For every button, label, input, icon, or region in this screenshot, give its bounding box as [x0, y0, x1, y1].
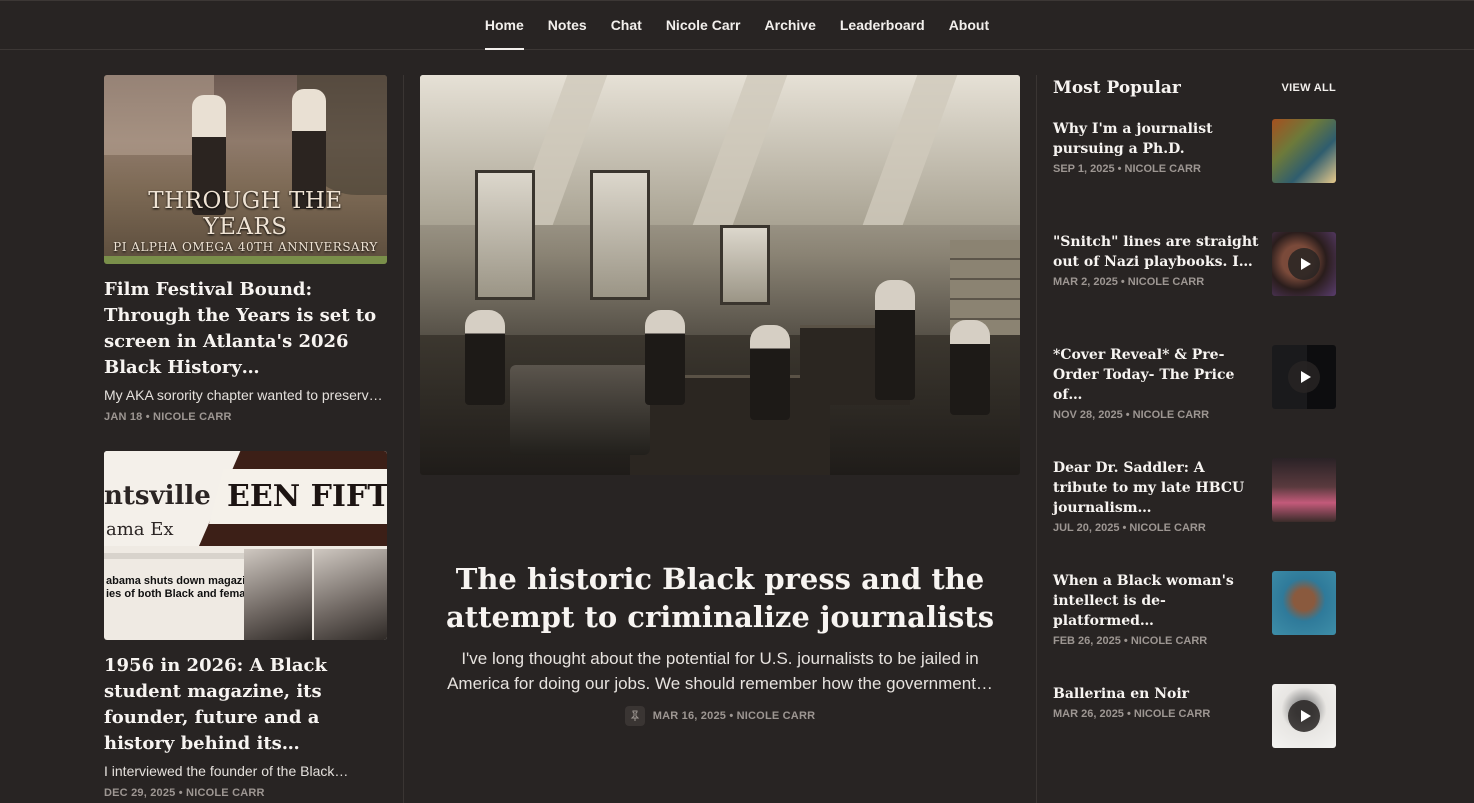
popular-item[interactable]: Ballerina en Noir MAR 26, 2025 • NICOLE …	[1053, 684, 1336, 754]
play-icon[interactable]	[1288, 248, 1320, 280]
popular-item-title[interactable]: When a Black woman's intellect is de-pla…	[1053, 571, 1261, 631]
popular-item-meta: MAR 26, 2025 • NICOLE CARR	[1053, 708, 1211, 720]
popular-item[interactable]: "Snitch" lines are straight out of Nazi …	[1053, 232, 1336, 302]
nav-about[interactable]: About	[937, 1, 1001, 49]
image-caption: THROUGH THE YEARS PI ALPHA OMEGA 40TH AN…	[104, 188, 387, 254]
post-meta: JAN 18 • NICOLE CARR	[104, 411, 232, 423]
left-column: THROUGH THE YEARS PI ALPHA OMEGA 40TH AN…	[104, 75, 387, 799]
most-popular: Most Popular VIEW ALL Why I'm a journali…	[1053, 75, 1336, 748]
view-all-link[interactable]: VIEW ALL	[1281, 82, 1336, 94]
popular-item-meta: FEB 26, 2025 • NICOLE CARR	[1053, 635, 1208, 647]
nav-chat[interactable]: Chat	[599, 1, 654, 49]
image-caption-line2: PI ALPHA OMEGA 40TH ANNIVERSARY	[113, 240, 378, 254]
popular-item-meta: JUL 20, 2025 • NICOLE CARR	[1053, 522, 1206, 534]
popular-item[interactable]: Dear Dr. Saddler: A tribute to my late H…	[1053, 458, 1336, 534]
popular-item-title[interactable]: "Snitch" lines are straight out of Nazi …	[1053, 232, 1261, 272]
popular-item-title[interactable]: Ballerina en Noir	[1053, 684, 1261, 704]
popular-item-title[interactable]: Dear Dr. Saddler: A tribute to my late H…	[1053, 458, 1261, 518]
post-image[interactable]: THROUGH THE YEARS PI ALPHA OMEGA 40TH AN…	[104, 75, 387, 264]
post-image[interactable]: ntsville ama Ex EEN FIFTY-SIX abama shut…	[104, 451, 387, 640]
popular-item-thumbnail[interactable]	[1272, 345, 1336, 409]
image-headline: abama shuts down magazines ies of both B…	[106, 575, 265, 600]
nav-leaderboard[interactable]: Leaderboard	[828, 1, 937, 49]
play-icon[interactable]	[1288, 361, 1320, 393]
image-text: ama Ex	[106, 519, 174, 540]
most-popular-heading: Most Popular	[1053, 78, 1181, 98]
column-divider	[403, 75, 404, 803]
popular-item-meta: MAR 2, 2025 • NICOLE CARR	[1053, 276, 1205, 288]
popular-item-thumbnail[interactable]	[1272, 232, 1336, 296]
popular-item-thumbnail[interactable]	[1272, 684, 1336, 748]
post-subtitle: My AKA sorority chapter wanted to preser…	[104, 387, 383, 403]
featured-subtitle: I've long thought about the potential fo…	[447, 649, 993, 693]
popular-item[interactable]: When a Black woman's intellect is de-pla…	[1053, 571, 1336, 647]
post-card[interactable]: ntsville ama Ex EEN FIFTY-SIX abama shut…	[104, 451, 387, 799]
column-divider	[1036, 75, 1037, 803]
featured-meta: MAR 16, 2025 • NICOLE CARR	[652, 710, 816, 722]
popular-item[interactable]: Why I'm a journalist pursuing a Ph.D. SE…	[1053, 119, 1336, 189]
popular-item-thumbnail[interactable]	[1272, 571, 1336, 635]
nav-nicole-carr[interactable]: Nicole Carr	[654, 1, 753, 49]
play-icon[interactable]	[1288, 700, 1320, 732]
post-title[interactable]: 1956 in 2026: A Black student magazine, …	[104, 653, 387, 757]
popular-item[interactable]: *Cover Reveal* & Pre-Order Today- The Pr…	[1053, 345, 1336, 421]
top-nav: Home Notes Chat Nicole Carr Archive Lead…	[0, 0, 1474, 50]
post-card[interactable]: THROUGH THE YEARS PI ALPHA OMEGA 40TH AN…	[104, 75, 387, 423]
popular-item-title[interactable]: Why I'm a journalist pursuing a Ph.D.	[1053, 119, 1261, 159]
nav-home[interactable]: Home	[473, 1, 536, 50]
image-text: ntsville	[104, 481, 211, 511]
popular-item-thumbnail[interactable]	[1272, 119, 1336, 183]
nav-list: Home Notes Chat Nicole Carr Archive Lead…	[0, 1, 1474, 50]
image-masthead: EEN FIFTY-SIX	[209, 469, 387, 524]
popular-item-title[interactable]: *Cover Reveal* & Pre-Order Today- The Pr…	[1053, 345, 1261, 405]
image-caption-line1: THROUGH THE YEARS	[148, 188, 343, 240]
post-subtitle: I interviewed the founder of the Black…	[104, 763, 349, 779]
pin-icon	[624, 706, 645, 726]
nav-notes[interactable]: Notes	[536, 1, 599, 49]
post-title[interactable]: Film Festival Bound: Through the Years i…	[104, 277, 387, 381]
featured-title[interactable]: The historic Black press and the attempt…	[420, 560, 1020, 636]
featured-post[interactable]: The historic Black press and the attempt…	[420, 75, 1020, 726]
popular-item-meta: SEP 1, 2025 • NICOLE CARR	[1053, 163, 1201, 175]
popular-item-meta: NOV 28, 2025 • NICOLE CARR	[1053, 409, 1210, 421]
popular-item-thumbnail[interactable]	[1272, 458, 1336, 522]
post-meta: DEC 29, 2025 • NICOLE CARR	[104, 787, 265, 799]
nav-archive[interactable]: Archive	[753, 1, 828, 49]
featured-image[interactable]	[420, 75, 1020, 475]
